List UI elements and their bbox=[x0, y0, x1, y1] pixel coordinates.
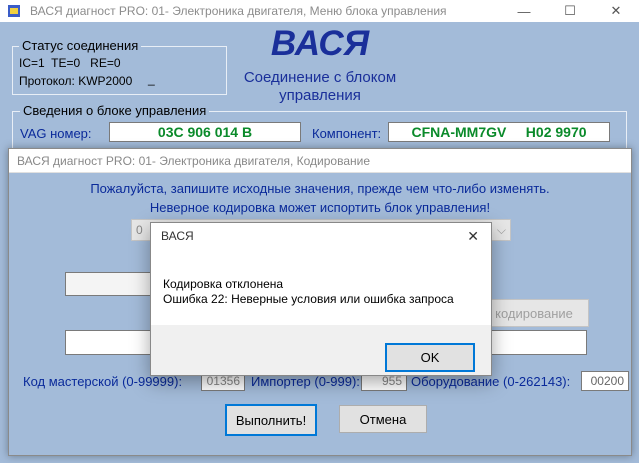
component-label: Компонент: bbox=[312, 126, 382, 141]
vag-number-field: 03C 906 014 B bbox=[109, 122, 301, 142]
coding-button-label: кодирование bbox=[495, 305, 573, 321]
execute-button[interactable]: Выполнить! bbox=[225, 404, 317, 436]
importer-label: Импортер (0-999): bbox=[251, 374, 360, 389]
ok-button[interactable]: OK bbox=[385, 343, 475, 372]
warning-line-1: Пожалуйста, запишите исходные значения, … bbox=[90, 181, 550, 196]
ok-button-label: OK bbox=[420, 350, 440, 365]
message-box-footer: OK bbox=[151, 325, 491, 375]
app-logo: ВАСЯ bbox=[270, 24, 370, 63]
warning-line-2: Неверное кодировка может испортить блок … bbox=[149, 200, 491, 215]
close-icon[interactable]: ✕ bbox=[593, 0, 639, 22]
message-box-body: Кодировка отклонена Ошибка 22: Неверные … bbox=[151, 249, 491, 325]
status-legend: Статус соединения bbox=[19, 38, 142, 53]
message-line-1: Кодировка отклонена bbox=[163, 277, 284, 291]
error-message-box: ВАСЯ ✕ Кодировка отклонена Ошибка 22: Не… bbox=[150, 222, 492, 376]
coding-dialog-title-bar: ВАСЯ диагност PRO: 01- Электроника двига… bbox=[9, 149, 631, 173]
main-window-title: ВАСЯ диагност PRO: 01- Электроника двига… bbox=[30, 4, 447, 18]
component-field: CFNA-MM7GV H02 9970 bbox=[388, 122, 610, 142]
cancel-button-label: Отмена bbox=[359, 411, 407, 427]
coding-dialog-title: ВАСЯ диагност PRO: 01- Электроника двига… bbox=[17, 153, 371, 168]
cancel-button[interactable]: Отмена bbox=[339, 405, 427, 433]
message-box-title-bar: ВАСЯ ✕ bbox=[151, 223, 491, 249]
connection-status: Соединение с блоком управления bbox=[243, 69, 397, 104]
status-line: IC=1 TE=0 RE=0 bbox=[19, 56, 121, 70]
coding-button[interactable]: кодирование bbox=[479, 299, 589, 327]
vag-number-label: VAG номер: bbox=[20, 126, 92, 141]
execute-button-label: Выполнить! bbox=[235, 412, 307, 428]
coding-combo-value: 0 bbox=[136, 223, 143, 237]
message-line-2: Ошибка 22: Неверные условия или ошибка з… bbox=[163, 292, 454, 306]
workshop-label: Код мастерской (0-99999): bbox=[23, 374, 183, 389]
chevron-down-icon[interactable]: ⌵ bbox=[497, 223, 506, 238]
equipment-label: Оборудование (0-262143): bbox=[411, 374, 571, 389]
app-icon bbox=[8, 5, 20, 17]
equipment-field[interactable]: 00200 bbox=[581, 371, 629, 391]
maximize-icon[interactable]: ☐ bbox=[547, 0, 593, 22]
protocol-cursor: _ bbox=[148, 72, 155, 86]
protocol-text: Протокол: KWP2000 bbox=[19, 74, 133, 88]
main-title-bar: ВАСЯ диагност PRO: 01- Электроника двига… bbox=[0, 0, 639, 22]
ecu-info-legend: Сведения о блоке управления bbox=[20, 103, 210, 118]
minimize-icon[interactable]: — bbox=[501, 0, 547, 22]
message-box-title: ВАСЯ bbox=[161, 229, 194, 243]
close-icon[interactable]: ✕ bbox=[467, 228, 479, 245]
